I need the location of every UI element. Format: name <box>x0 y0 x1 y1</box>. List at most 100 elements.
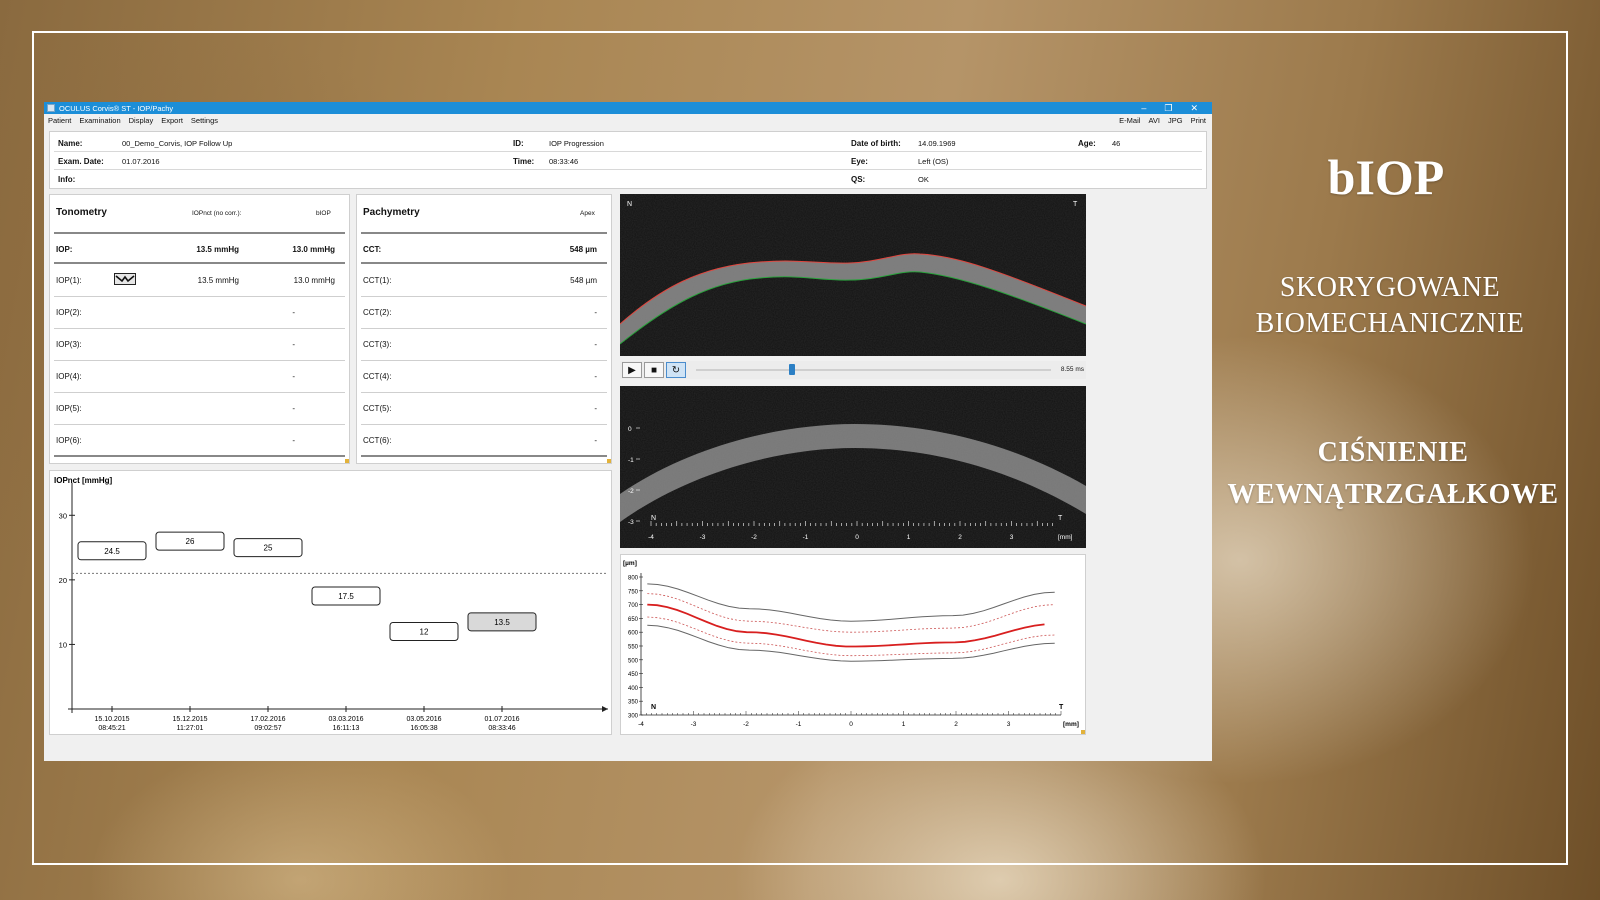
id-value: IOP Progression <box>549 139 604 148</box>
resize-handle[interactable] <box>345 459 349 463</box>
menu-display[interactable]: Display <box>129 116 154 125</box>
x-tick-date: 15.10.2015 <box>94 716 129 723</box>
thickness-profile-panel: [µm] 300 350 400 450 500 550 600 650 700 750 800 -4 -… <box>620 554 1086 735</box>
iop-value-label: 17.5 <box>338 592 354 601</box>
cornea-deformation-image: N T <box>619 194 1087 356</box>
menu-settings[interactable]: Settings <box>191 116 218 125</box>
exam-date-value: 01.07.2016 <box>122 157 160 166</box>
email-button[interactable]: E-Mail <box>1119 114 1140 127</box>
thickness-mean-line <box>647 603 1045 648</box>
play-button[interactable]: ▶ <box>622 362 642 378</box>
qs-value: OK <box>918 175 929 184</box>
thickness-upper-inner-line <box>647 593 1055 633</box>
tonometry-row-5[interactable]: IOP(5): - <box>54 393 345 425</box>
thickness-profile-chart: [µm] 300 350 400 450 500 550 600 650 700 750 800 -4 -… <box>623 560 1079 728</box>
exam-date-label: Exam. Date: <box>58 157 104 166</box>
time-slider-thumb[interactable] <box>788 364 795 375</box>
playback-controls: ▶ ■ ↻ 8.55 ms <box>620 361 1086 379</box>
iop-value-label: 25 <box>264 544 273 553</box>
loop-icon: ↻ <box>671 364 681 376</box>
loop-button[interactable]: ↻ <box>666 362 686 378</box>
tonometry-row-4[interactable]: IOP(4): - <box>54 361 345 393</box>
iop-value-label: 24.5 <box>104 547 120 556</box>
x-tick-date: 03.03.2016 <box>328 716 363 723</box>
subtitle-line-2: BIOMECHANICZNIE <box>1255 308 1525 339</box>
pachymetry-row-1[interactable]: CCT(1): 548 µm <box>361 265 607 297</box>
y-axis-label: IOPnct [mmHg] <box>54 476 113 485</box>
depth-tick-label: -2 <box>628 488 634 495</box>
menu-examination[interactable]: Examination <box>79 116 120 125</box>
time-slider-track[interactable] <box>696 369 1051 371</box>
avi-button[interactable]: AVI <box>1148 114 1160 127</box>
menu-export[interactable]: Export <box>161 116 183 125</box>
x-tick-label: -4 <box>638 721 644 728</box>
subtitle-line-3: CIŚNIENIE <box>1317 437 1469 468</box>
app-logo-icon <box>47 104 55 112</box>
minimize-button[interactable]: – <box>1141 102 1146 114</box>
mm-tick-label: -4 <box>648 534 654 541</box>
x-tick-label: -2 <box>743 721 749 728</box>
x-tick-time: 11:27:01 <box>177 725 204 732</box>
x-tick-date: 15.12.2015 <box>172 716 207 723</box>
pachymetry-row-6[interactable]: CCT(6): - <box>361 425 607 457</box>
temporal-label: T <box>1059 704 1064 711</box>
x-tick-label: 0 <box>849 721 853 728</box>
depth-tick-label: 0 <box>628 426 632 433</box>
bottom-temporal-label: T <box>1058 515 1063 522</box>
close-button[interactable]: ✕ <box>1190 102 1198 114</box>
info-label: Info: <box>58 175 76 184</box>
y-tick-label: 300 <box>628 714 639 720</box>
pachymetry-row-cct: CCT: 548 µm <box>361 232 607 264</box>
eye-value: Left (OS) <box>918 157 949 166</box>
mm-tick-label: -1 <box>803 534 809 541</box>
mm-tick-label: -3 <box>700 534 706 541</box>
stop-button[interactable]: ■ <box>644 362 664 378</box>
nasal-label: N <box>651 704 656 711</box>
x-axis-label: [mm] <box>1063 721 1079 728</box>
name-value: 00_Demo_Corvis, IOP Follow Up <box>122 139 233 148</box>
iopnct-header: IOPnct (no corr.): <box>192 210 242 217</box>
x-tick-date: 01.07.2016 <box>484 716 519 723</box>
subtitle-line-1: SKORYGOWANE <box>1279 272 1501 303</box>
waveform-icon <box>114 273 136 285</box>
iop-value-label: 13.5 <box>494 618 510 627</box>
patient-info: Name: 00_Demo_Corvis, IOP Follow Up ID: … <box>49 131 1207 189</box>
dob-label: Date of birth: <box>851 139 901 148</box>
pachymetry-row-3[interactable]: CCT(3): - <box>361 329 607 361</box>
tonometry-row-3[interactable]: IOP(3): - <box>54 329 345 361</box>
slide-subtitle-1: SKORYGOWANE BIOMECHANICZNIE <box>1220 270 1560 342</box>
play-icon: ▶ <box>628 364 636 376</box>
bottom-nasal-label: N <box>651 515 656 522</box>
iop-value-label: 12 <box>420 628 429 637</box>
jpg-button[interactable]: JPG <box>1168 114 1183 127</box>
biop-header: bIOP <box>316 210 331 217</box>
iop-value-label: 26 <box>186 537 195 546</box>
window-title: OCULUS Corvis® ST - IOP/Pachy <box>59 103 174 113</box>
maximize-button[interactable]: ❐ <box>1164 102 1172 114</box>
x-tick-time: 08:45:21 <box>98 725 125 732</box>
y-tick-label: 450 <box>628 672 639 678</box>
menu-bar: Patient Examination Display Export Setti… <box>44 114 1212 127</box>
mm-tick-label: 2 <box>958 534 962 541</box>
stop-icon: ■ <box>650 364 658 376</box>
pachymetry-row-5[interactable]: CCT(5): - <box>361 393 607 425</box>
depth-tick-label: -1 <box>628 457 634 464</box>
mm-tick-label: 3 <box>1010 534 1014 541</box>
pachymetry-row-4[interactable]: CCT(4): - <box>361 361 607 393</box>
menu-patient[interactable]: Patient <box>48 116 71 125</box>
y-tick-label: 700 <box>628 603 639 609</box>
resize-handle[interactable] <box>1081 730 1085 734</box>
pachymetry-row-2[interactable]: CCT(2): - <box>361 297 607 329</box>
y-tick-label: 400 <box>628 686 639 692</box>
print-button[interactable]: Print <box>1191 114 1206 127</box>
dob-value: 14.09.1969 <box>918 139 956 148</box>
tonometry-row-6[interactable]: IOP(6): - <box>54 425 345 457</box>
apex-header: Apex <box>580 210 595 217</box>
tonometry-row-2[interactable]: IOP(2): - <box>54 297 345 329</box>
x-tick-time: 16:05:38 <box>410 725 437 732</box>
tonometry-row-1[interactable]: IOP(1): 13.5 mmHg 13.0 mmHg <box>54 265 345 297</box>
x-tick-label: 2 <box>954 721 958 728</box>
slide-title: bIOP <box>1327 149 1445 205</box>
mm-tick-label: 1 <box>907 534 911 541</box>
resize-handle[interactable] <box>607 459 611 463</box>
